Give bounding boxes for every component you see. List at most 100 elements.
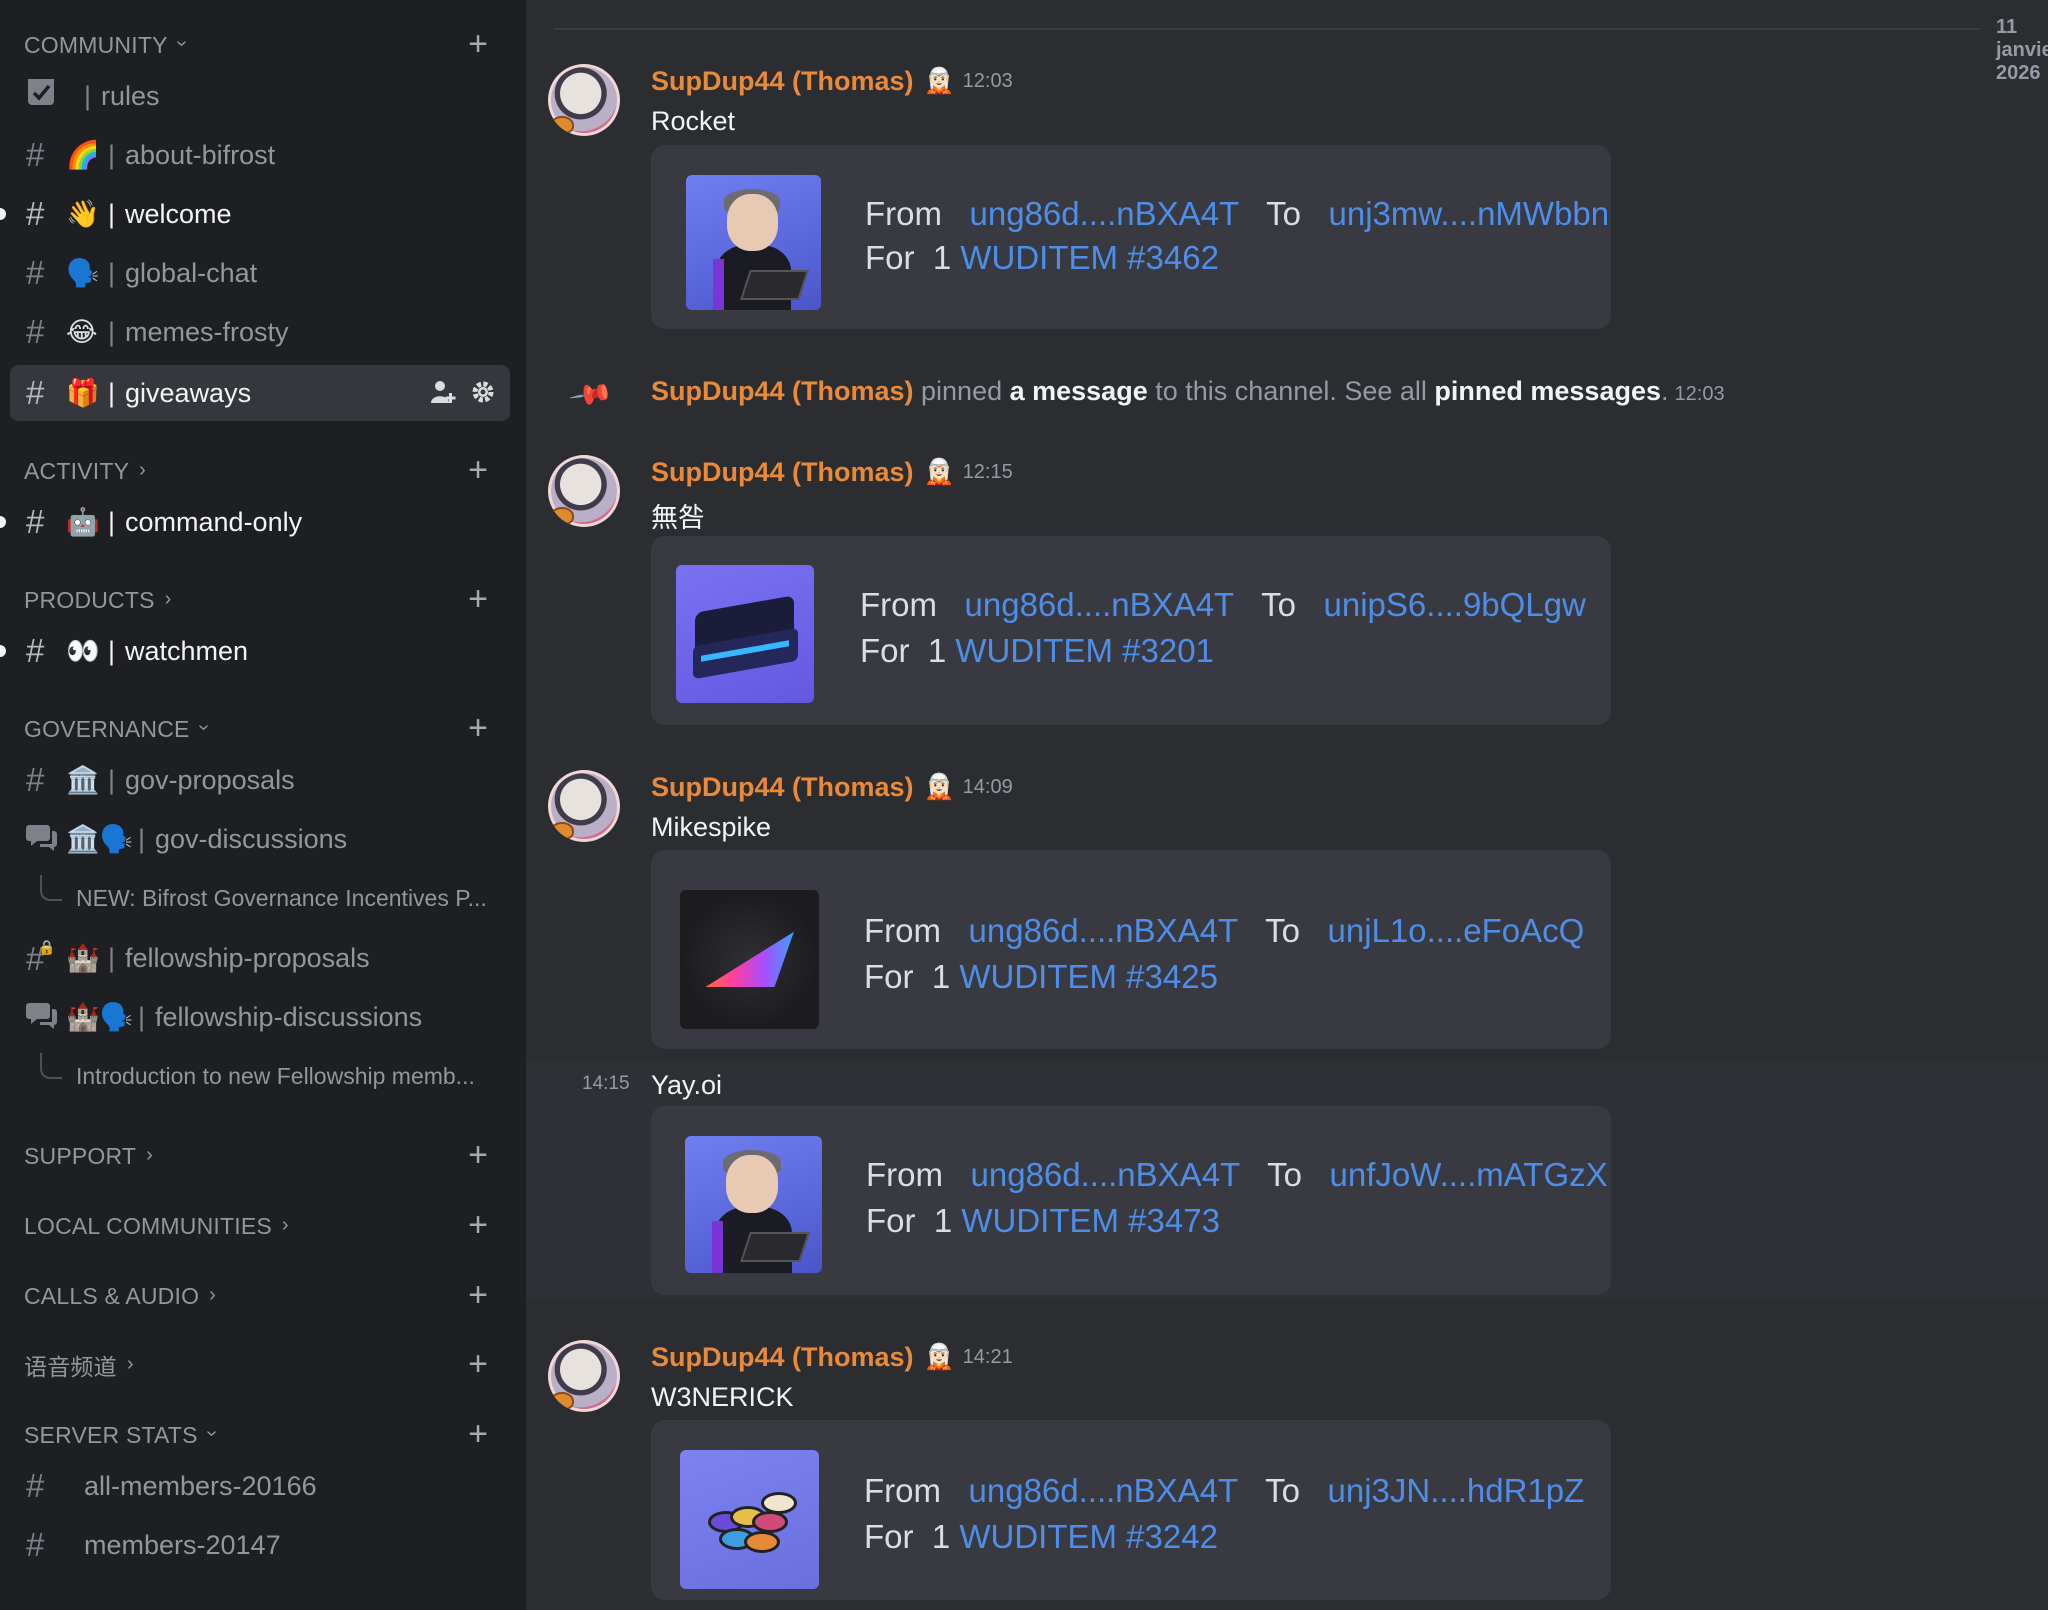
castle-emoji: 🏰 — [66, 943, 100, 973]
channel-giveaways[interactable]: # 🎁 | giveaways — [10, 365, 510, 421]
timestamp: 12:03 — [1674, 383, 1725, 405]
transfer-embed: From ung86d....nBXA4T To unj3JN....hdR1p… — [651, 1420, 1611, 1600]
channel-name: all-members-20166 — [84, 1470, 317, 1501]
username[interactable]: SupDup44 (Thomas) — [651, 1342, 914, 1373]
to-address-link[interactable]: unj3JN....hdR1pZ — [1328, 1472, 1585, 1509]
nft-thumbnail[interactable] — [686, 175, 821, 310]
avatar[interactable] — [548, 455, 620, 527]
channel-global-chat[interactable]: # 🗣️ | global-chat — [10, 245, 510, 301]
category-label: SUPPORT — [24, 1142, 137, 1169]
thread-item[interactable]: NEW: Bifrost Governance Incentives P... — [40, 875, 510, 920]
nft-thumbnail[interactable] — [680, 890, 819, 1029]
add-member-icon[interactable] — [430, 379, 456, 412]
category-activity[interactable]: ACTIVITY › + — [24, 451, 502, 491]
category-calls-audio[interactable]: CALLS & AUDIO › + — [24, 1276, 502, 1316]
channel-rules[interactable]: | rules — [10, 68, 510, 124]
channel-separator: | — [108, 764, 116, 795]
message-text: Mikespike — [651, 812, 772, 842]
channel-separator: | — [138, 1001, 146, 1032]
avatar[interactable] — [548, 770, 620, 842]
username[interactable]: SupDup44 (Thomas) — [651, 66, 914, 97]
channel-separator: | — [84, 80, 92, 111]
to-address-link[interactable]: unfJoW....mATGzX — [1330, 1156, 1608, 1193]
category-support[interactable]: SUPPORT › + — [24, 1136, 502, 1176]
item-link[interactable]: WUDITEM #3462 — [960, 239, 1219, 276]
pinned-message-link[interactable]: a message — [1010, 376, 1148, 406]
from-address-link[interactable]: ung86d....nBXA4T — [969, 1472, 1239, 1509]
channel-about-bifrost[interactable]: # 🌈 | about-bifrost — [10, 127, 510, 183]
channel-gov-proposals[interactable]: # 🏛️ | gov-proposals — [10, 752, 510, 808]
building-speaking-emoji: 🏛️🗣️ — [66, 824, 134, 854]
message-header: SupDup44 (Thomas) 🧝🏻 12:15 — [651, 457, 1013, 488]
username[interactable]: SupDup44 (Thomas) — [651, 772, 914, 803]
username[interactable]: SupDup44 (Thomas) — [651, 376, 914, 406]
add-channel-plus-icon[interactable]: + — [468, 1278, 488, 1312]
channel-fellowship-proposals[interactable]: #🔒 🏰 | fellowship-proposals — [10, 930, 510, 986]
add-channel-plus-icon[interactable]: + — [468, 453, 488, 487]
pinned-messages-link[interactable]: pinned messages — [1434, 376, 1661, 406]
avatar[interactable] — [548, 1340, 620, 1412]
channel-memes-frosty[interactable]: # 😂 | memes-frosty — [10, 304, 510, 360]
channel-all-members[interactable]: # all-members-20166 — [10, 1458, 510, 1514]
nft-thumbnail[interactable] — [685, 1136, 822, 1273]
embed-for-line: For 1 WUDITEM #3425 — [864, 958, 1218, 995]
hash-icon: # — [26, 136, 45, 173]
channel-separator: | — [108, 316, 116, 347]
hash-icon: # — [26, 1526, 45, 1563]
hash-icon: # — [26, 632, 45, 669]
avatar[interactable] — [548, 64, 620, 136]
add-channel-plus-icon[interactable]: + — [468, 711, 488, 745]
chevron-right-icon: › — [209, 1283, 216, 1306]
category-voice-channels[interactable]: 语音频道 › + — [24, 1345, 502, 1385]
add-channel-plus-icon[interactable]: + — [468, 1417, 488, 1451]
category-governance[interactable]: GOVERNANCE › + — [24, 709, 502, 749]
unread-indicator — [0, 208, 6, 220]
robot-emoji: 🤖 — [66, 507, 100, 537]
category-label: CALLS & AUDIO — [24, 1282, 200, 1309]
channel-members[interactable]: # members-20147 — [10, 1517, 510, 1573]
from-address-link[interactable]: ung86d....nBXA4T — [970, 195, 1240, 232]
category-label: 语音频道 — [24, 1354, 117, 1380]
add-channel-plus-icon[interactable]: + — [468, 1138, 488, 1172]
add-channel-plus-icon[interactable]: + — [468, 27, 488, 61]
nft-thumbnail[interactable] — [676, 565, 814, 703]
chevron-down-icon: › — [192, 723, 215, 731]
side-timestamp[interactable]: 14:15 — [582, 1073, 630, 1095]
channel-name: fellowship-proposals — [125, 942, 370, 973]
timestamp[interactable]: 12:03 — [963, 70, 1013, 93]
gear-icon[interactable] — [470, 379, 496, 412]
add-channel-plus-icon[interactable]: + — [468, 1208, 488, 1242]
item-link[interactable]: WUDITEM #3473 — [961, 1202, 1220, 1239]
item-link[interactable]: WUDITEM #3242 — [959, 1518, 1218, 1555]
from-address-link[interactable]: ung86d....nBXA4T — [969, 912, 1239, 949]
thread-item[interactable]: Introduction to new Fellowship memb... — [40, 1053, 510, 1098]
channel-welcome[interactable]: # 👋 | welcome — [0, 186, 510, 242]
item-link[interactable]: WUDITEM #3201 — [955, 632, 1214, 669]
elf-badge-emoji: 🧝🏻 — [923, 67, 955, 95]
channel-gov-discussions[interactable]: 🏛️🗣️ | gov-discussions — [10, 811, 510, 867]
category-local-communities[interactable]: LOCAL COMMUNITIES › + — [24, 1206, 502, 1246]
timestamp[interactable]: 14:21 — [963, 1346, 1013, 1369]
to-address-link[interactable]: unj3mw....nMWbbn — [1329, 195, 1610, 232]
category-community[interactable]: COMMUNITY › + — [24, 25, 502, 65]
username[interactable]: SupDup44 (Thomas) — [651, 457, 914, 488]
category-products[interactable]: PRODUCTS › + — [24, 580, 502, 620]
nft-thumbnail[interactable] — [680, 1450, 819, 1589]
category-server-stats[interactable]: SERVER STATS › + — [24, 1415, 502, 1455]
add-channel-plus-icon[interactable]: + — [468, 582, 488, 616]
timestamp[interactable]: 14:09 — [963, 776, 1013, 799]
embed-for-line: For 1 WUDITEM #3462 — [865, 239, 1219, 276]
channel-separator: | — [108, 635, 116, 666]
channel-command-only[interactable]: # 🤖 | command-only — [0, 494, 510, 550]
timestamp[interactable]: 12:15 — [963, 461, 1013, 484]
to-address-link[interactable]: unipS6....9bQLgw — [1324, 586, 1586, 623]
add-channel-plus-icon[interactable]: + — [468, 1347, 488, 1381]
from-address-link[interactable]: ung86d....nBXA4T — [971, 1156, 1241, 1193]
channel-watchmen[interactable]: # 👀 | watchmen — [0, 623, 510, 679]
message-text: Rocket — [651, 106, 736, 136]
from-address-link[interactable]: ung86d....nBXA4T — [965, 586, 1235, 623]
channel-fellowship-discussions[interactable]: 🏰🗣️ | fellowship-discussions — [10, 989, 510, 1045]
thread-name: NEW: Bifrost Governance Incentives P... — [76, 884, 487, 911]
to-address-link[interactable]: unjL1o....eFoAcQ — [1328, 912, 1585, 949]
item-link[interactable]: WUDITEM #3425 — [959, 958, 1218, 995]
